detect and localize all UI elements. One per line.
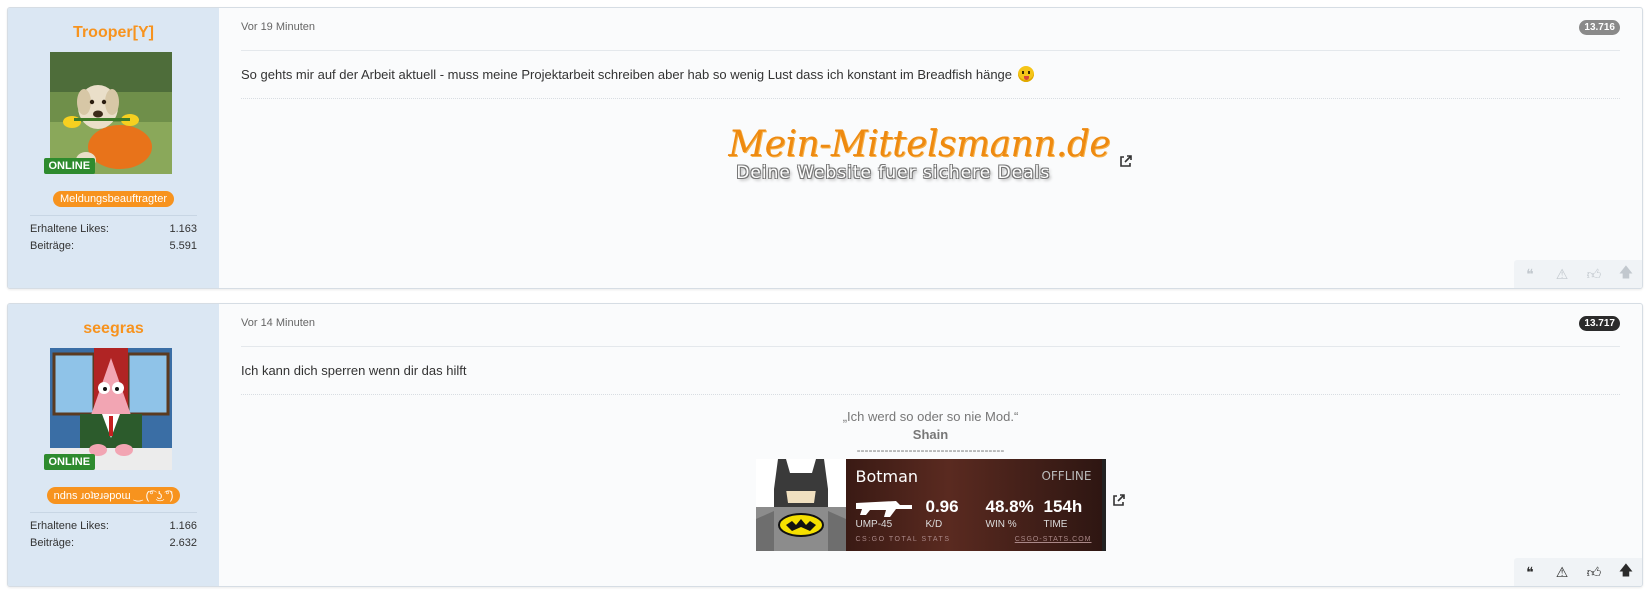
report-icon[interactable]: ⚠ — [1546, 260, 1578, 288]
banner-weapon: UMP-45 — [855, 519, 893, 530]
banner-time-label: TIME — [1043, 519, 1068, 530]
csgo-stats-banner[interactable]: Botman OFFLINE UMP-45 0.96 K/D 48.8% WIN… — [755, 459, 1106, 551]
stat-likes: Erhaltene Likes: 1.163 — [30, 221, 197, 238]
post-content: Vor 14 Minuten 13.717 Ich kann dich sper… — [219, 304, 1642, 586]
post-time[interactable]: Vor 19 Minuten — [241, 21, 315, 33]
rank-badge: Meldungsbeauftragter — [52, 191, 174, 207]
signature-quote: „Ich werd so oder so nie Mod.“ — [842, 409, 1019, 424]
signature-banner-wrap: Botman OFFLINE UMP-45 0.96 K/D 48.8% WIN… — [755, 457, 1125, 551]
stat-likes-value: 1.166 — [169, 520, 197, 532]
banner-time-value: 154h — [1043, 497, 1083, 516]
online-badge: ONLINE — [43, 454, 96, 470]
signature-tagline: Deine Website fuer sichere Deals — [736, 163, 1051, 183]
post: seegras ONLINE ndns ɹoʇɐɹǝpoɯ ‿ (͡° ͜ʖ ͡… — [7, 303, 1643, 587]
banner-win-value: 48.8% — [985, 497, 1034, 516]
post-message-text: So gehts mir auf der Arbeit aktuell - mu… — [241, 67, 1013, 82]
avatar-puppy-image — [49, 52, 172, 174]
post-time[interactable]: Vor 14 Minuten — [241, 317, 315, 329]
weapon-icon — [855, 501, 912, 517]
user-sidebar: Trooper[Y] ONLINE Meldungsbeauftragter E… — [8, 8, 219, 288]
post: Trooper[Y] ONLINE Meldungsbeauftragter E… — [7, 7, 1643, 289]
banner-win-label: WIN % — [985, 519, 1017, 530]
stat-posts-label: Beiträge: — [30, 240, 75, 252]
stat-likes: Erhaltene Likes: 1.166 — [30, 518, 197, 535]
post-message: So gehts mir auf der Arbeit aktuell - mu… — [241, 51, 1620, 99]
post-actions: ❝ ⚠ 👍︎ 🡅 — [1514, 260, 1642, 288]
stat-likes-label: Erhaltene Likes: — [30, 223, 109, 235]
scroll-up-icon[interactable]: 🡅 — [1610, 558, 1642, 586]
stat-likes-label: Erhaltene Likes: — [30, 520, 109, 532]
avatar[interactable]: ONLINE — [43, 348, 178, 476]
scroll-up-icon[interactable]: 🡅 — [1610, 260, 1642, 288]
signature: Mein-Mittelsmann.de Deine Website fuer s… — [241, 99, 1620, 183]
batman-image — [755, 459, 846, 551]
external-link-icon[interactable] — [1119, 154, 1133, 168]
banner-footer-right: CSGO-STATS.COM — [1014, 536, 1092, 543]
post-number-badge[interactable]: 13.716 — [1579, 19, 1620, 35]
username-link[interactable]: seegras — [8, 320, 219, 338]
post-message-text: Ich kann dich sperren wenn dir das hilft — [241, 363, 467, 378]
signature: „Ich werd so oder so nie Mod.“ Shain ---… — [241, 409, 1620, 551]
banner-kd-label: K/D — [925, 519, 943, 530]
banner-footer-left: CS:GO TOTAL STATS — [855, 536, 951, 543]
rank-badge: ndns ɹoʇɐɹǝpoɯ ‿ (͡° ͜ʖ ͡°) — [46, 487, 181, 504]
quote-icon[interactable]: ❝ — [1514, 558, 1546, 586]
banner-stats: Botman OFFLINE UMP-45 0.96 K/D 48.8% WIN… — [845, 459, 1106, 551]
batman-icon — [755, 459, 846, 551]
external-link-icon[interactable] — [1112, 493, 1126, 507]
post-content: Vor 19 Minuten 13.716 So gehts mir auf d… — [219, 8, 1642, 288]
signature-logo-text: Mein-Mittelsmann.de — [728, 124, 1111, 165]
report-icon[interactable]: ⚠ — [1546, 558, 1578, 586]
stat-likes-value: 1.163 — [169, 223, 197, 235]
username-link[interactable]: Trooper[Y] — [8, 24, 219, 42]
banner-player-name: Botman — [855, 467, 919, 486]
signature-logo-link[interactable]: Mein-Mittelsmann.de Deine Website fuer s… — [728, 124, 1111, 184]
stat-posts-label: Beiträge: — [30, 537, 75, 549]
avatar-patrick-image — [49, 348, 172, 470]
stat-posts-value: 2.632 — [169, 537, 197, 549]
stat-posts-value: 5.591 — [169, 240, 197, 252]
post-number-badge[interactable]: 13.717 — [1579, 315, 1620, 331]
stat-posts: Beiträge: 2.632 — [30, 535, 197, 552]
stat-posts: Beiträge: 5.591 — [30, 238, 197, 255]
post-actions: ❝ ⚠ 👍︎ 🡅 — [1514, 558, 1642, 586]
like-icon[interactable]: 👍︎ — [1578, 260, 1610, 288]
online-badge: ONLINE — [43, 158, 96, 174]
post-header: Vor 14 Minuten 13.717 — [241, 304, 1620, 347]
tongue-emoji-icon — [1017, 66, 1034, 82]
banner-status: OFFLINE — [1041, 469, 1092, 483]
quote-icon[interactable]: ❝ — [1514, 260, 1546, 288]
avatar[interactable]: ONLINE — [43, 52, 178, 180]
post-header: Vor 19 Minuten 13.716 — [241, 8, 1620, 51]
user-stats: Erhaltene Likes: 1.166 Beiträge: 2.632 — [30, 512, 197, 552]
signature-divider: ------------------------------------- — [856, 443, 1005, 457]
post-message: Ich kann dich sperren wenn dir das hilft — [241, 347, 1620, 395]
signature-quote-author: Shain — [912, 427, 949, 442]
like-icon[interactable]: 👍︎ — [1578, 558, 1610, 586]
user-sidebar: seegras ONLINE ndns ɹoʇɐɹǝpoɯ ‿ (͡° ͜ʖ ͡… — [8, 304, 219, 586]
banner-kd-value: 0.96 — [925, 497, 959, 516]
user-stats: Erhaltene Likes: 1.163 Beiträge: 5.591 — [30, 215, 197, 255]
